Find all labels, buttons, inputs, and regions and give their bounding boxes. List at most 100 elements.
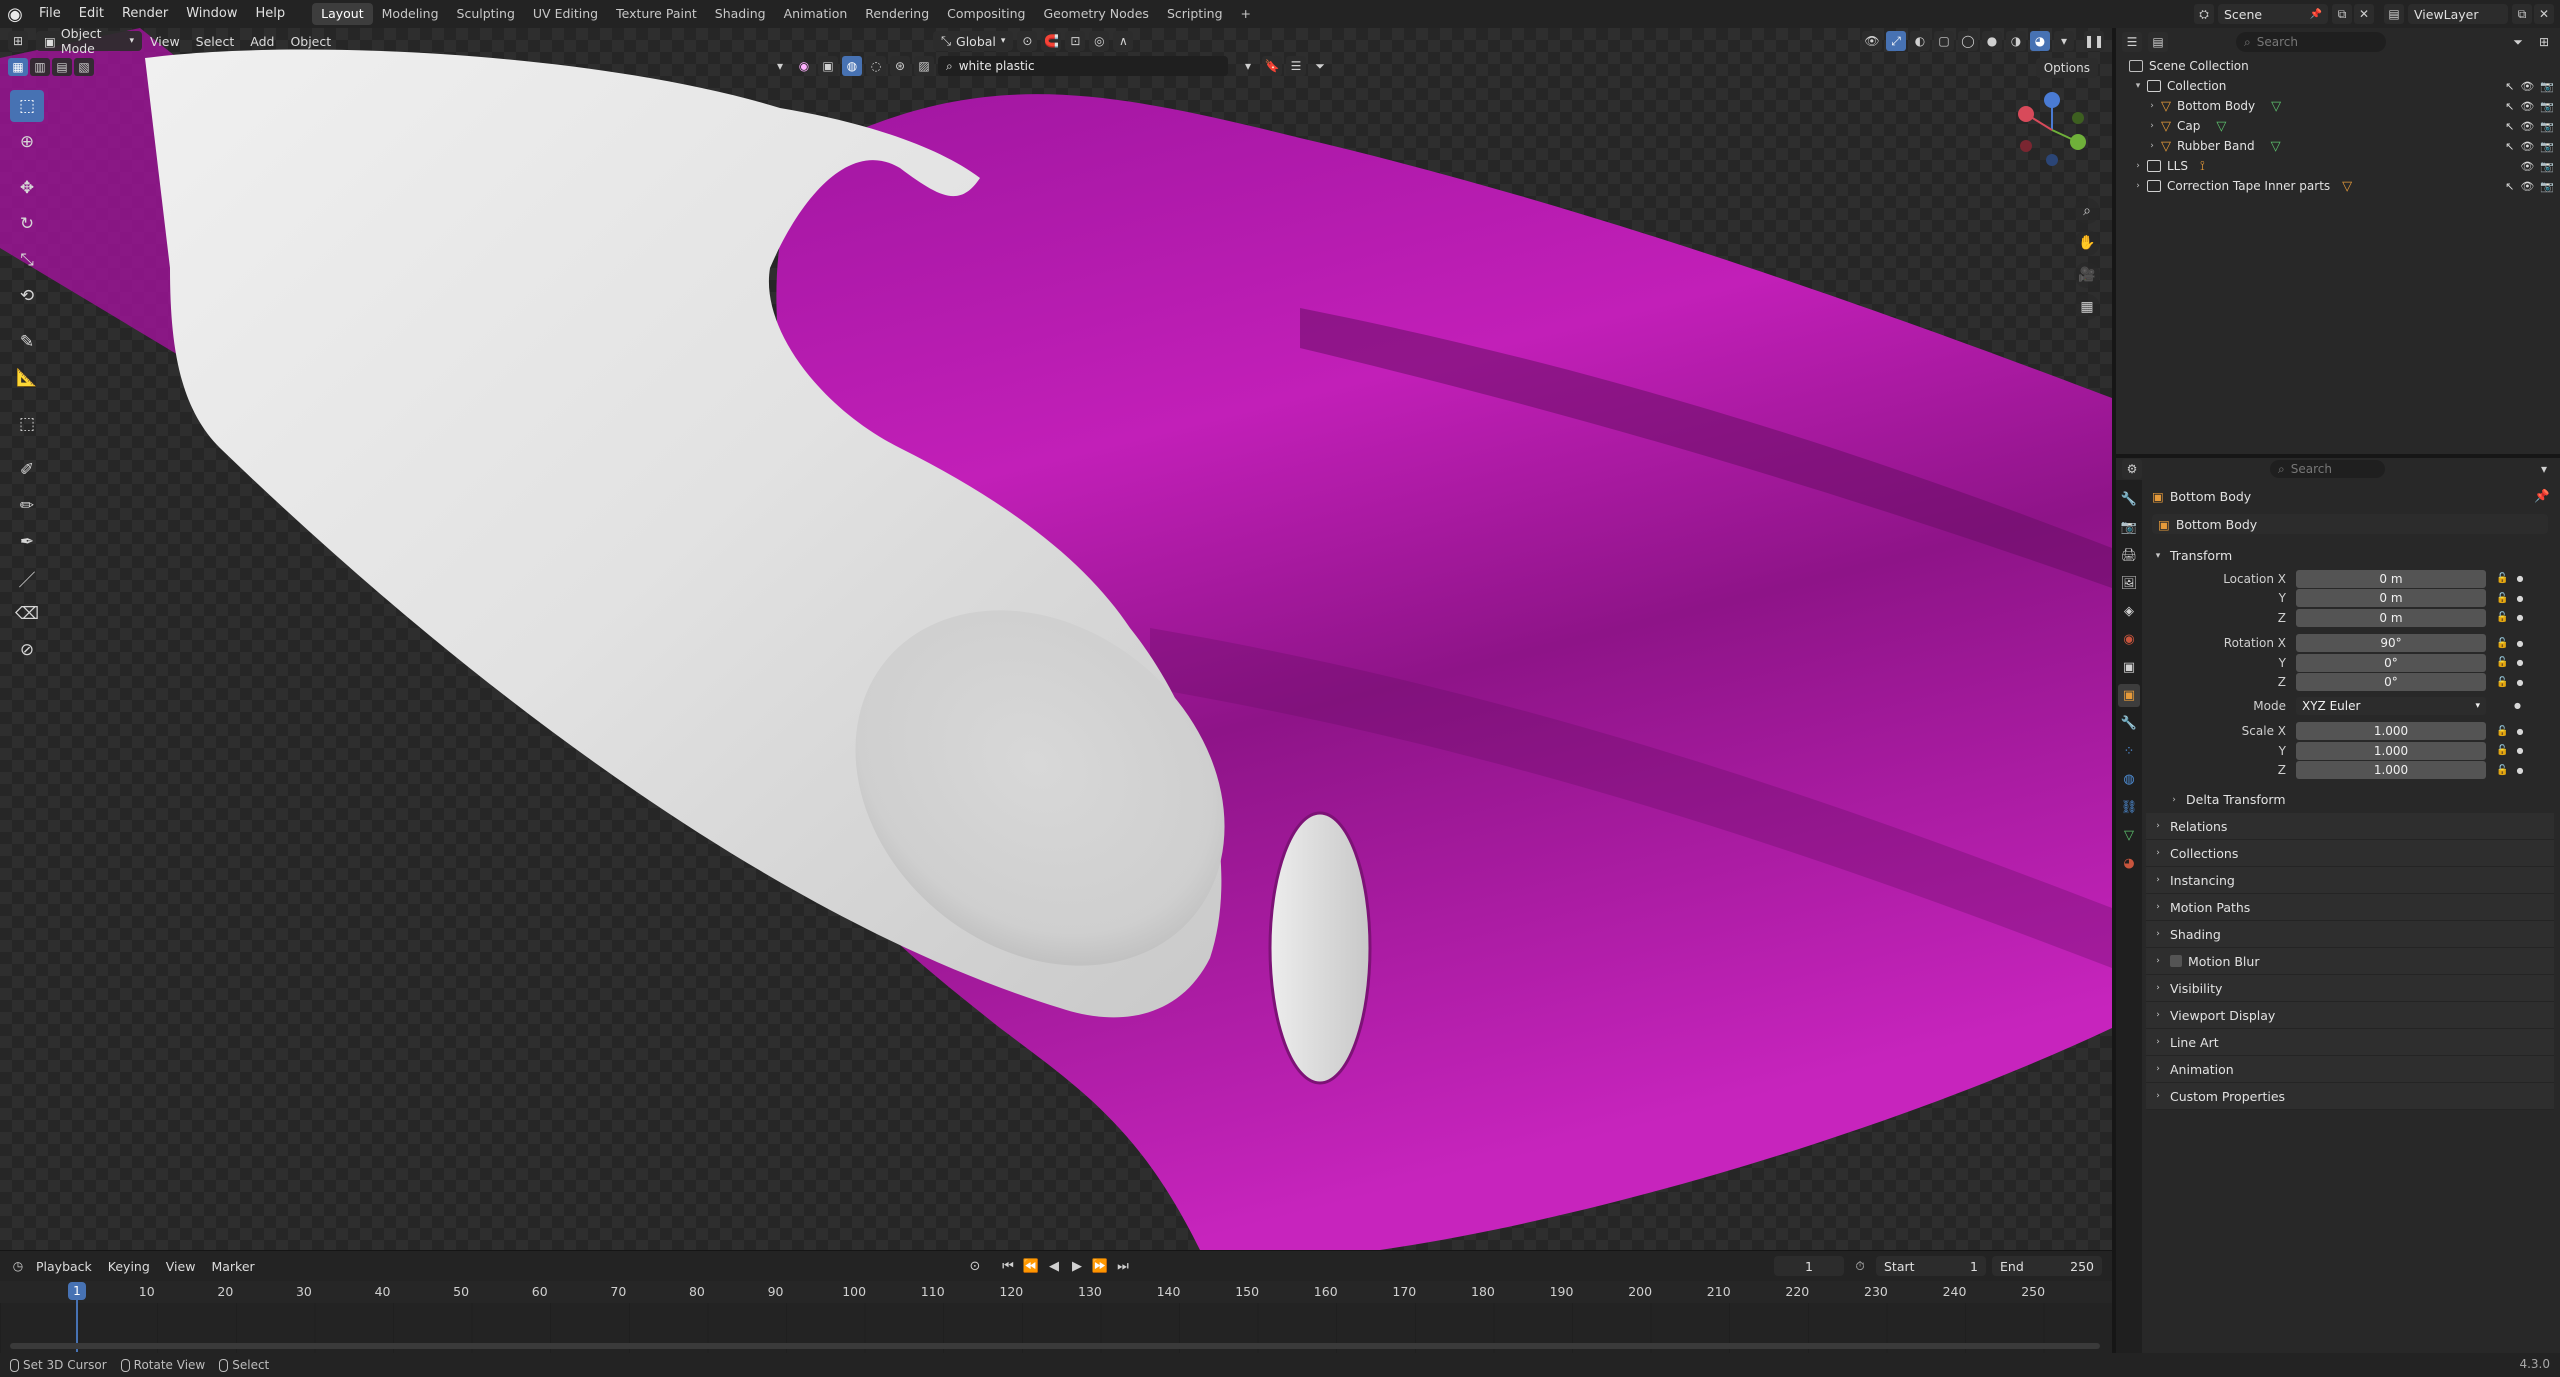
- paint-tool-icon[interactable]: ✏: [10, 490, 44, 522]
- tab-layout[interactable]: Layout: [312, 3, 373, 25]
- tab-scripting[interactable]: Scripting: [1158, 3, 1232, 25]
- falloff-icon[interactable]: ∧: [1113, 31, 1134, 51]
- selectable-icon[interactable]: ↖: [2505, 80, 2514, 93]
- outliner-row-bottom-body[interactable]: › ▽ Bottom Body ▽ ↖ 👁 📷: [2116, 96, 2560, 116]
- keyframe-dot-icon[interactable]: ●: [2516, 658, 2523, 667]
- outliner-row-rubber-band[interactable]: › ▽ Rubber Band ▽ ↖ 👁 📷: [2116, 136, 2560, 156]
- camera-view-icon[interactable]: 🎥: [2074, 262, 2100, 288]
- expand-arrow-icon[interactable]: ▾: [2132, 81, 2144, 91]
- location-y-field[interactable]: 0 m: [2296, 589, 2486, 608]
- snap-target-icon[interactable]: ⊡: [1065, 31, 1086, 51]
- prev-keyframe-icon[interactable]: ⏪: [1021, 1256, 1041, 1276]
- camera-icon[interactable]: 📷: [2540, 160, 2554, 173]
- tool-tab-icon[interactable]: 🔧: [2118, 488, 2140, 511]
- outliner-row-collection[interactable]: ▾ Collection ↖ 👁 📷: [2116, 76, 2560, 96]
- rotation-y-field[interactable]: 0°: [2296, 653, 2486, 672]
- modifier-tab-icon[interactable]: 🔧: [2118, 712, 2140, 735]
- keyframe-dot-icon[interactable]: ●: [2516, 594, 2523, 603]
- scene-field[interactable]: Scene 📌: [2218, 4, 2328, 24]
- panel-collections[interactable]: › Collections: [2146, 840, 2554, 867]
- solid-shading-icon[interactable]: ●: [1982, 31, 2002, 51]
- new-scene-icon[interactable]: ⧉: [2332, 4, 2352, 24]
- viewport-menu-object[interactable]: Object: [282, 34, 339, 49]
- jump-start-icon[interactable]: ⏮: [998, 1256, 1018, 1276]
- play-reverse-icon[interactable]: ◀: [1044, 1256, 1064, 1276]
- viewport-menu-view[interactable]: View: [142, 34, 188, 49]
- play-icon[interactable]: ▶: [1067, 1256, 1087, 1276]
- tab-rendering[interactable]: Rendering: [856, 3, 938, 25]
- options-button[interactable]: Options: [2035, 58, 2098, 78]
- pin-icon[interactable]: 📌: [2310, 9, 2322, 20]
- material-shading-icon[interactable]: ◑: [2006, 31, 2026, 51]
- lock-icon[interactable]: 🔓: [2496, 657, 2508, 668]
- editor-type-icon[interactable]: ⊞: [8, 31, 28, 51]
- selectable-icon[interactable]: ↖: [2505, 180, 2514, 193]
- expand-arrow-icon[interactable]: ›: [2146, 121, 2158, 131]
- tab-compositing[interactable]: Compositing: [938, 3, 1034, 25]
- editor-type-icon[interactable]: ⚙: [2122, 459, 2142, 479]
- scene-browse-icon[interactable]: ⛭: [2194, 4, 2214, 24]
- display-mode-icon[interactable]: ▤: [2148, 32, 2168, 52]
- particles-tab-icon[interactable]: ⁘: [2118, 740, 2140, 763]
- delta-transform-subpanel[interactable]: › Delta Transform: [2146, 786, 2556, 813]
- eye-icon[interactable]: 👁: [2520, 80, 2534, 93]
- draw-tool-icon[interactable]: ✐: [10, 454, 44, 486]
- select-intersect-icon[interactable]: ▧: [74, 58, 94, 76]
- outliner-row-scene-collection[interactable]: Scene Collection: [2116, 56, 2560, 76]
- chevron-down-icon[interactable]: ▾: [2534, 459, 2554, 479]
- rotation-z-field[interactable]: 0°: [2296, 673, 2486, 692]
- camera-icon[interactable]: 📷: [2540, 120, 2554, 133]
- record-icon[interactable]: ⊙: [965, 1256, 985, 1276]
- expand-arrow-icon[interactable]: ›: [2146, 101, 2158, 111]
- pan-hand-icon[interactable]: ✋: [2074, 230, 2100, 256]
- filter-funnel-icon[interactable]: ⏷: [1310, 56, 1330, 76]
- sort-icon[interactable]: ☰: [1286, 56, 1306, 76]
- editor-type-icon[interactable]: ☰: [2122, 32, 2142, 52]
- bookmark-icon[interactable]: 🔖: [1262, 56, 1282, 76]
- tab-modeling[interactable]: Modeling: [373, 3, 448, 25]
- viewport-search-field[interactable]: ⌕ white plastic: [938, 56, 1228, 76]
- menu-file[interactable]: File: [30, 0, 70, 28]
- menu-help[interactable]: Help: [247, 0, 295, 28]
- measure-tool-icon[interactable]: 📐: [10, 362, 44, 394]
- snap-icon[interactable]: 🧲: [1041, 31, 1062, 51]
- eye-icon[interactable]: 👁: [2520, 180, 2534, 193]
- line-tool-icon[interactable]: ／: [10, 562, 44, 594]
- sample-tool-icon[interactable]: ⊘: [10, 634, 44, 666]
- view-layer-browse-icon[interactable]: ▤: [2384, 4, 2404, 24]
- filter-funnel-icon[interactable]: ⏷: [2508, 32, 2528, 52]
- lock-icon[interactable]: 🔓: [2496, 638, 2508, 649]
- scale-x-field[interactable]: 1.000: [2296, 722, 2486, 741]
- filter-sphere-icon[interactable]: ◍: [842, 56, 862, 76]
- rotation-mode-dropdown[interactable]: XYZ Euler ▾: [2296, 696, 2486, 715]
- view-layer-field[interactable]: ViewLayer: [2408, 4, 2508, 24]
- panel-motion-blur[interactable]: › Motion Blur: [2146, 948, 2554, 975]
- lock-icon[interactable]: 🔓: [2496, 726, 2508, 737]
- viewport-menu-select[interactable]: Select: [188, 34, 243, 49]
- selectable-icon[interactable]: ↖: [2505, 100, 2514, 113]
- keyframe-dot-icon[interactable]: ●: [2516, 613, 2523, 622]
- view-layer-tab-icon[interactable]: 🖼: [2118, 572, 2140, 595]
- jump-end-icon[interactable]: ⏭: [1113, 1256, 1133, 1276]
- outliner-search[interactable]: ⌕ Search: [2236, 32, 2386, 52]
- pivot-icon[interactable]: ⊙: [1017, 31, 1038, 51]
- material-tab-icon[interactable]: ◕: [2118, 852, 2140, 875]
- eye-icon[interactable]: 👁: [2520, 160, 2534, 173]
- clock-icon[interactable]: ◷: [8, 1256, 28, 1276]
- filter-camera-icon[interactable]: ⊛: [890, 56, 910, 76]
- transform-orientation-dropdown[interactable]: ⤡ Global ▾: [933, 31, 1014, 51]
- tab-animation[interactable]: Animation: [775, 3, 857, 25]
- filter-image-icon[interactable]: ▨: [914, 56, 934, 76]
- lock-icon[interactable]: 🔓: [2496, 573, 2508, 584]
- cursor-tool-icon[interactable]: ⊕: [10, 126, 44, 158]
- timeline-menu-view[interactable]: View: [158, 1259, 204, 1274]
- rendered-shading-icon[interactable]: ◕: [2030, 31, 2050, 51]
- zoom-icon[interactable]: ⌕: [2074, 198, 2100, 224]
- new-collection-icon[interactable]: ⊞: [2534, 32, 2554, 52]
- material-preview-icon[interactable]: ◉: [794, 56, 814, 76]
- scale-z-field[interactable]: 1.000: [2296, 761, 2486, 780]
- frame-ruler[interactable]: 10 20 30 40 50 60 70 80 90 100 110 120 130 140 150 160 1…: [0, 1281, 2112, 1303]
- panel-motion-paths[interactable]: › Motion Paths: [2146, 894, 2554, 921]
- panel-visibility[interactable]: › Visibility: [2146, 975, 2554, 1002]
- data-tab-icon[interactable]: ▽: [2118, 824, 2140, 847]
